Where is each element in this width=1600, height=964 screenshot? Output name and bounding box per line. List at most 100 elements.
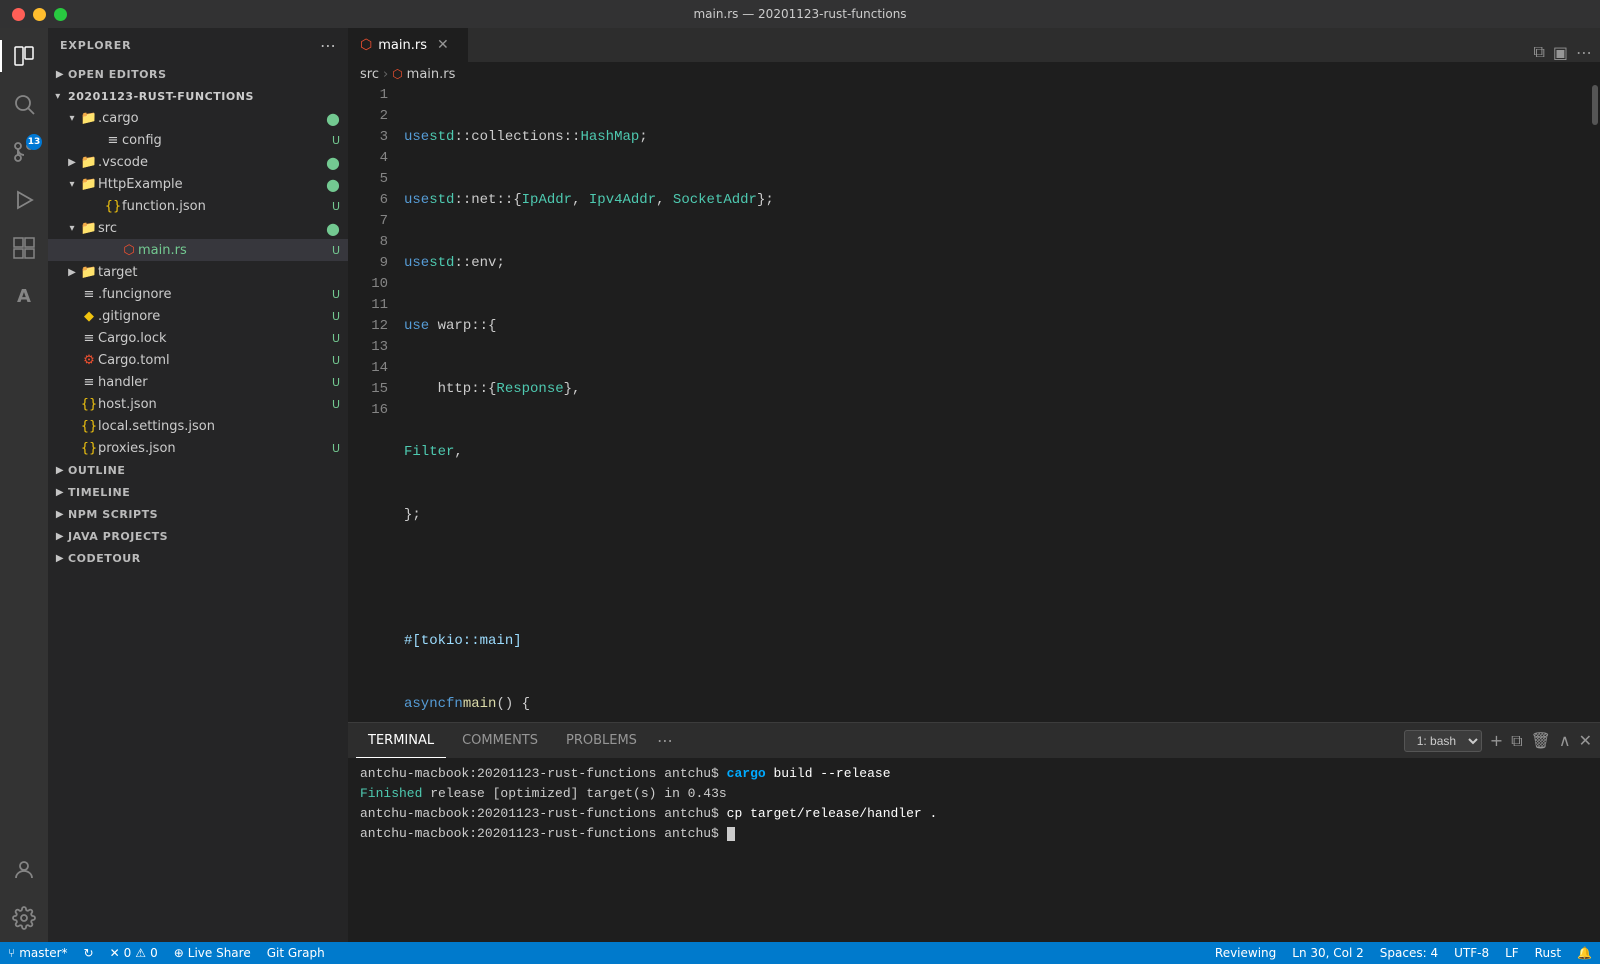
status-reviewing[interactable]: Reviewing bbox=[1207, 942, 1284, 964]
problems-tab[interactable]: PROBLEMS bbox=[554, 723, 649, 758]
split-terminal-icon[interactable]: ⧉ bbox=[1511, 731, 1522, 751]
extensions-activity-icon[interactable] bbox=[0, 224, 48, 272]
status-errors[interactable]: ✕ 0 ⚠ 0 bbox=[102, 942, 166, 964]
open-editors-label: OPEN EDITORS bbox=[68, 68, 167, 81]
status-sync[interactable]: ↻ bbox=[76, 942, 102, 964]
java-projects-section[interactable]: ▶ JAVA PROJECTS bbox=[48, 525, 348, 547]
status-bell[interactable]: 🔔 bbox=[1569, 942, 1600, 964]
functionjson-badge: U bbox=[332, 200, 340, 213]
status-cursor[interactable]: Ln 30, Col 2 bbox=[1284, 942, 1372, 964]
status-liveshare[interactable]: ⊕ Live Share bbox=[166, 942, 259, 964]
timeline-arrow: ▶ bbox=[52, 487, 68, 498]
delete-terminal-icon[interactable]: 🗑 bbox=[1531, 731, 1551, 750]
sidebar-item-funcignore[interactable]: ▶ ≡ .funcignore U bbox=[48, 283, 348, 305]
proxiesjson-icon: {} bbox=[80, 441, 98, 456]
chevron-up-icon[interactable]: ∧ bbox=[1559, 731, 1571, 750]
explorer-activity-icon[interactable] bbox=[0, 32, 48, 80]
cargotoml-label: Cargo.toml bbox=[98, 353, 332, 368]
search-activity-icon[interactable] bbox=[0, 80, 48, 128]
tab-mainrs[interactable]: ⬡ main.rs ✕ bbox=[348, 28, 468, 62]
appsmith-activity-icon[interactable]: A bbox=[0, 272, 48, 320]
open-editors-section[interactable]: ▶ OPEN EDITORS bbox=[48, 63, 348, 85]
cursor-position: Ln 30, Col 2 bbox=[1292, 946, 1364, 960]
error-count: 0 bbox=[124, 946, 132, 960]
handler-icon: ≡ bbox=[80, 375, 98, 390]
settings-activity-icon[interactable] bbox=[0, 894, 48, 942]
code-content[interactable]: use std::collections::HashMap; use std::… bbox=[396, 85, 1590, 722]
reviewing-label: Reviewing bbox=[1215, 946, 1276, 960]
source-control-activity-icon[interactable]: 13 bbox=[0, 128, 48, 176]
window-controls[interactable] bbox=[12, 8, 67, 21]
tab-rs-icon: ⬡ bbox=[360, 37, 372, 53]
split-editor-icon[interactable]: ⧉ bbox=[1533, 42, 1544, 62]
sidebar-item-functionjson[interactable]: ▶ {} function.json U bbox=[48, 195, 348, 217]
sidebar-item-handler[interactable]: ▶ ≡ handler U bbox=[48, 371, 348, 393]
codetour-section[interactable]: ▶ CODETOUR bbox=[48, 547, 348, 569]
npm-scripts-section[interactable]: ▶ NPM SCRIPTS bbox=[48, 503, 348, 525]
more-actions-icon[interactable]: ⋯ bbox=[1576, 43, 1592, 62]
status-language[interactable]: Rust bbox=[1527, 942, 1569, 964]
sidebar-item-localsettings[interactable]: ▶ {} local.settings.json bbox=[48, 415, 348, 437]
outline-section[interactable]: ▶ OUTLINE bbox=[48, 459, 348, 481]
account-activity-icon[interactable] bbox=[0, 846, 48, 894]
tab-close-button[interactable]: ✕ bbox=[437, 37, 449, 53]
terminal-tab-bar: TERMINAL COMMENTS PROBLEMS ⋯ 1: bash + bbox=[348, 723, 1600, 758]
sidebar-item-vscode[interactable]: ▶ 📁 .vscode ● bbox=[48, 151, 348, 173]
code-editor[interactable]: 1 2 3 4 5 6 7 8 9 10 11 12 13 14 15 16 bbox=[348, 85, 1600, 722]
target-folder-icon: 📁 bbox=[80, 265, 98, 280]
breadcrumb-mainrs[interactable]: main.rs bbox=[407, 67, 456, 82]
codetour-label: CODETOUR bbox=[68, 552, 141, 565]
status-bar-left: ⑂ master* ↻ ✕ 0 ⚠ 0 ⊕ Live Share Git Gra… bbox=[0, 942, 333, 964]
vscode-badge: ● bbox=[326, 153, 340, 172]
sidebar-actions[interactable]: ⋯ bbox=[320, 36, 336, 55]
breadcrumb-src[interactable]: src bbox=[360, 67, 379, 82]
sidebar-item-target[interactable]: ▶ 📁 target bbox=[48, 261, 348, 283]
status-gitgraph[interactable]: Git Graph bbox=[259, 942, 333, 964]
tab-toolbar: ⧉ ▣ ⋯ bbox=[1533, 42, 1600, 62]
project-label: 20201123-RUST-FUNCTIONS bbox=[68, 90, 254, 103]
terminal-cursor bbox=[727, 827, 735, 841]
liveshare-label: Live Share bbox=[188, 946, 251, 960]
status-spaces[interactable]: Spaces: 4 bbox=[1372, 942, 1446, 964]
code-line-7: }; bbox=[404, 505, 1582, 526]
close-terminal-icon[interactable]: ✕ bbox=[1579, 731, 1592, 750]
tab-bar: ⬡ main.rs ✕ ⧉ ▣ ⋯ bbox=[348, 28, 1600, 63]
sidebar-item-src[interactable]: ▾ 📁 src ● bbox=[48, 217, 348, 239]
maximize-button[interactable] bbox=[54, 8, 67, 21]
sidebar-item-hostjson[interactable]: ▶ {} host.json U bbox=[48, 393, 348, 415]
terminal-tab[interactable]: TERMINAL bbox=[356, 723, 446, 758]
localsettings-icon: {} bbox=[80, 419, 98, 434]
layout-icon[interactable]: ▣ bbox=[1553, 43, 1568, 62]
sidebar-item-cargo[interactable]: ▾ 📁 .cargo ● bbox=[48, 107, 348, 129]
sidebar-item-config[interactable]: ▶ ≡ config U bbox=[48, 129, 348, 151]
encoding-label: UTF-8 bbox=[1454, 946, 1489, 960]
sidebar-item-mainrs[interactable]: ▶ ⬡ main.rs U bbox=[48, 239, 348, 261]
terminal-panel: TERMINAL COMMENTS PROBLEMS ⋯ 1: bash + bbox=[348, 722, 1600, 942]
sidebar-item-httpexample[interactable]: ▾ 📁 HttpExample ● bbox=[48, 173, 348, 195]
config-label: config bbox=[122, 133, 332, 148]
cargotoml-badge: U bbox=[332, 354, 340, 367]
add-terminal-icon[interactable]: + bbox=[1490, 731, 1503, 750]
terminal-shell-select[interactable]: 1: bash bbox=[1404, 730, 1482, 752]
sidebar-item-cargolock[interactable]: ▶ ≡ Cargo.lock U bbox=[48, 327, 348, 349]
gitgraph-label: Git Graph bbox=[267, 946, 325, 960]
sync-icon: ↻ bbox=[84, 946, 94, 960]
code-line-4: use warp::{ bbox=[404, 316, 1582, 337]
sidebar-item-gitignore[interactable]: ▶ ◆ .gitignore U bbox=[48, 305, 348, 327]
terminal-more-icon[interactable]: ⋯ bbox=[657, 731, 673, 750]
status-encoding[interactable]: UTF-8 bbox=[1446, 942, 1497, 964]
line-numbers: 1 2 3 4 5 6 7 8 9 10 11 12 13 14 15 16 bbox=[348, 85, 396, 722]
close-button[interactable] bbox=[12, 8, 25, 21]
comments-tab[interactable]: COMMENTS bbox=[450, 723, 550, 758]
minimize-button[interactable] bbox=[33, 8, 46, 21]
sidebar-item-proxiesjson[interactable]: ▶ {} proxies.json U bbox=[48, 437, 348, 459]
code-scrollbar[interactable] bbox=[1590, 85, 1600, 722]
status-eol[interactable]: LF bbox=[1497, 942, 1527, 964]
project-section[interactable]: ▾ 20201123-RUST-FUNCTIONS bbox=[48, 85, 348, 107]
funcignore-icon: ≡ bbox=[80, 287, 98, 302]
status-branch[interactable]: ⑂ master* bbox=[0, 942, 76, 964]
timeline-section[interactable]: ▶ TIMELINE bbox=[48, 481, 348, 503]
terminal-content[interactable]: antchu-macbook:20201123-rust-functions a… bbox=[348, 758, 1600, 942]
sidebar-item-cargotoml[interactable]: ▶ ⚙ Cargo.toml U bbox=[48, 349, 348, 371]
run-activity-icon[interactable] bbox=[0, 176, 48, 224]
